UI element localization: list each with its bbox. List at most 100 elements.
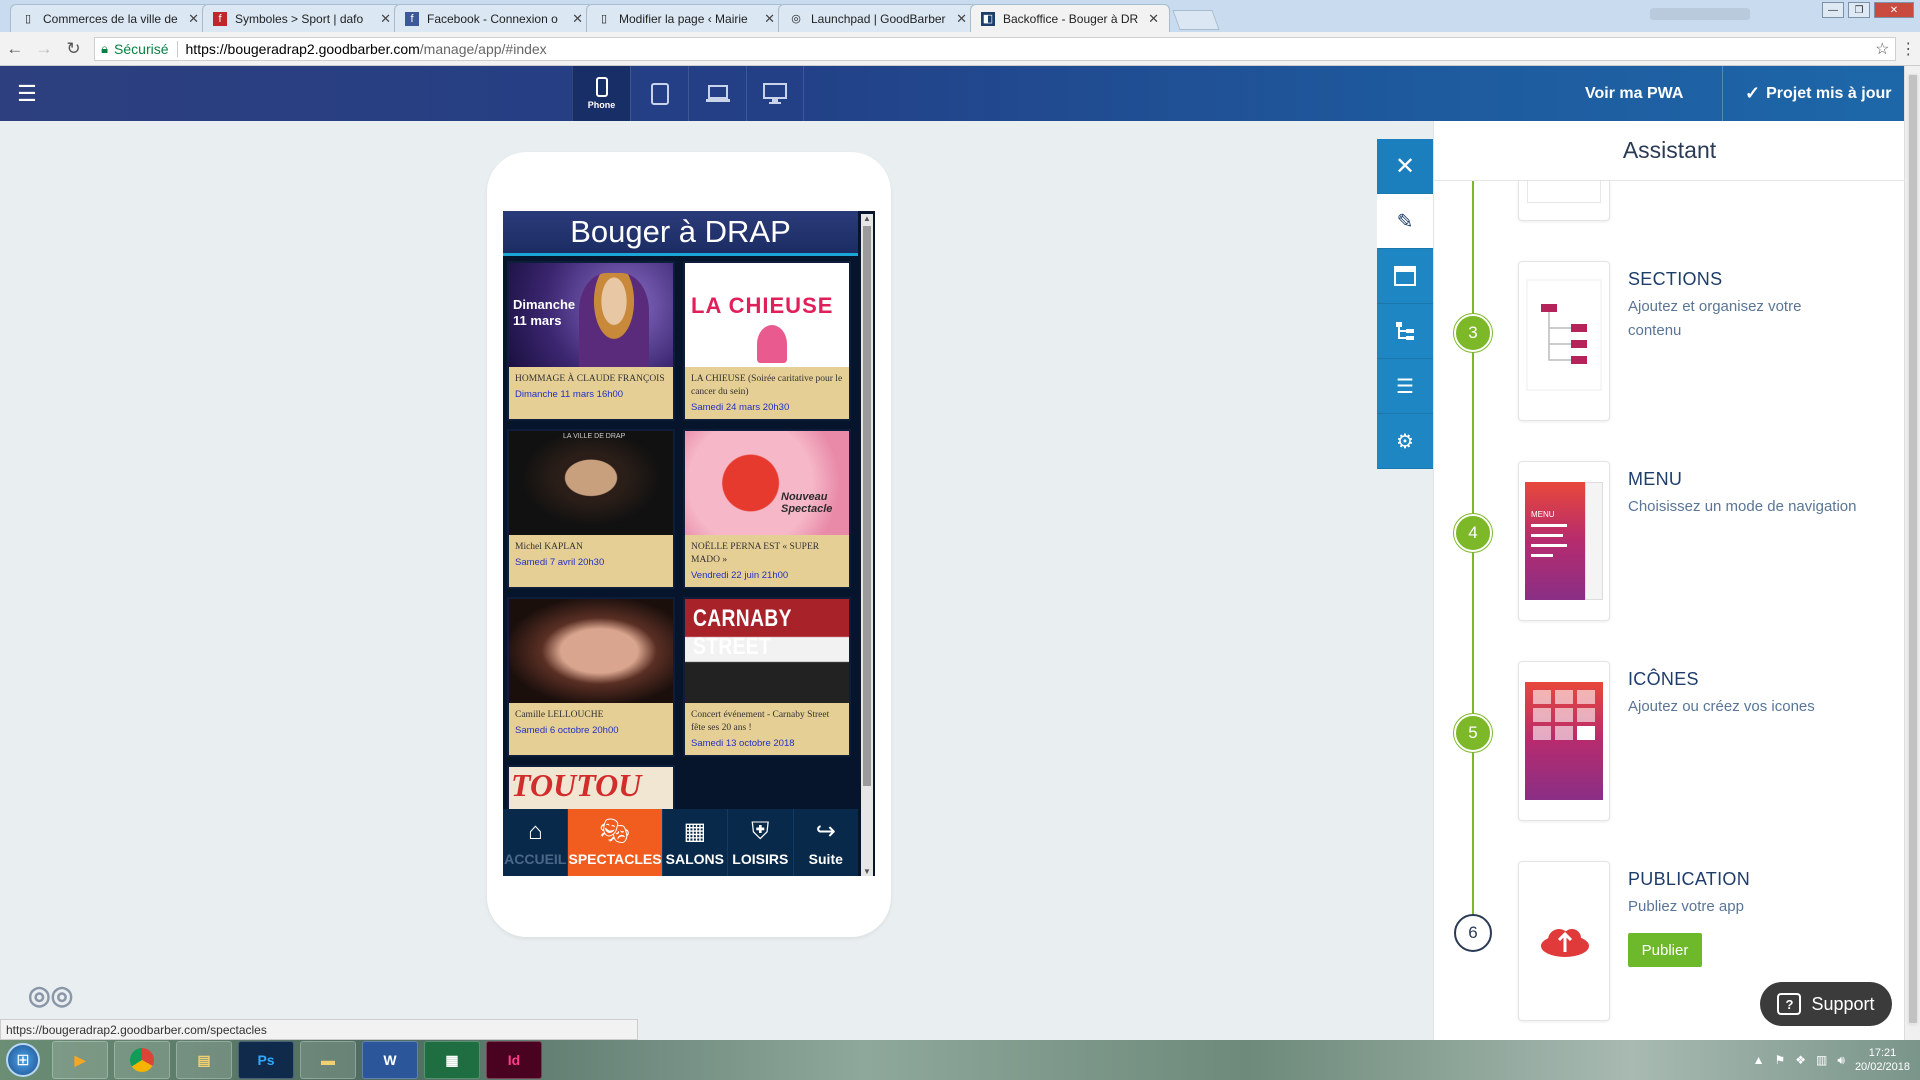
step-number: 3 <box>1454 314 1492 352</box>
goodbarber-logo-icon: ◎◎ <box>28 980 74 1010</box>
project-updated-button[interactable]: ✓ Projet mis à jour <box>1745 66 1891 121</box>
dropbox-icon[interactable]: ❖ <box>1795 1053 1806 1067</box>
icons-thumbnail <box>1518 661 1610 821</box>
help-chat-icon: ? <box>1777 993 1802 1015</box>
url-input[interactable]: 🔒︎ Sécurisé https://bougeradrap2.goodbar… <box>94 36 1897 61</box>
event-image: LA CHIEUSE <box>685 263 849 367</box>
backoffice-icon: ◧ <box>981 11 995 26</box>
flag-icon[interactable]: ⚑ <box>1775 1053 1786 1067</box>
back-arrow-icon[interactable]: ← <box>0 39 29 59</box>
maximize-icon[interactable]: ❐ <box>1848 2 1870 18</box>
windows-logo-icon: ⊞ <box>6 1043 40 1077</box>
close-tab-icon[interactable]: ✕ <box>1148 11 1159 27</box>
app-tab-bar: ⌂ ACCUEIL 🎭︎ SPECTACLES ▦ SALONS ⛨ LOISI… <box>503 809 858 876</box>
magic-wand-icon: ✎ <box>1396 210 1414 233</box>
event-card[interactable]: LA CHIEUSE LA CHIEUSE (Soirée caritative… <box>683 261 851 421</box>
device-phone-button[interactable]: Phone <box>572 66 630 121</box>
tab-salons[interactable]: ▦ SALONS <box>663 809 729 876</box>
design-button[interactable] <box>1377 249 1433 304</box>
event-card[interactable]: Camille LELLOUCHE Samedi 6 octobre 20h00 <box>507 597 675 757</box>
page-scrollbar[interactable] <box>1904 66 1920 1040</box>
theater-icon: 🎭︎ <box>599 817 631 845</box>
close-tab-icon[interactable]: ✕ <box>572 11 583 27</box>
tablet-icon <box>650 82 669 105</box>
support-button[interactable]: ? Support <box>1760 982 1892 1026</box>
event-image: Dimanche 11 mars <box>509 263 673 367</box>
phone-icon <box>595 77 608 97</box>
event-image: Nouveau Spectacle <box>685 431 849 535</box>
file-explorer-icon[interactable]: ▤ <box>176 1041 232 1079</box>
close-assistant-button[interactable]: ✕ <box>1377 139 1433 194</box>
event-card-partial[interactable]: TOUTOU <box>507 765 675 813</box>
event-card[interactable]: Nouveau Spectacle NOËLLE PERNA EST « SUP… <box>683 429 851 589</box>
gear-icon: ⚙ <box>1396 430 1414 453</box>
media-player-icon[interactable]: ▶ <box>52 1041 108 1079</box>
step-thumbnail <box>1518 181 1610 221</box>
close-window-icon[interactable]: ✕ <box>1874 2 1914 18</box>
menu-thumbnail: MENU <box>1518 461 1610 621</box>
windows-taskbar: ⊞ ▶ ▤ Ps ▬ W ▦ Id ▲ ⚑ ❖ ▥ 🔊︎ 17:21 20/02… <box>0 1040 1920 1080</box>
show-hidden-icon[interactable]: ▲ <box>1753 1053 1765 1067</box>
network-icon[interactable]: ▥ <box>1816 1053 1827 1067</box>
browser-menu-icon[interactable]: ⋮ <box>1896 39 1920 59</box>
tab-loisirs[interactable]: ⛨ LOISIRS <box>728 809 794 876</box>
structure-button[interactable] <box>1377 304 1433 359</box>
browser-tab[interactable]: f Facebook - Connexion o ✕ <box>394 4 594 32</box>
publier-button[interactable]: Publier <box>1628 933 1702 967</box>
settings-button[interactable]: ⚙ <box>1377 414 1433 469</box>
close-tab-icon[interactable]: ✕ <box>188 11 199 27</box>
app-header: ☰ Phone Voir ma PWA ✓ Projet mis à jour <box>0 66 1904 121</box>
lock-icon: 🔒︎ <box>101 40 109 56</box>
desktop-icon <box>763 82 787 104</box>
volume-icon[interactable]: 🔊︎ <box>1837 1053 1845 1068</box>
tab-suite[interactable]: ↪ Suite <box>794 809 858 876</box>
assistant-wand-button[interactable]: ✎ <box>1377 194 1433 249</box>
event-card[interactable]: CARNABY STREET Concert événement - Carna… <box>683 597 851 757</box>
hamburger-menu-icon[interactable]: ☰ <box>0 81 54 107</box>
scroll-up-icon[interactable]: ▲ <box>863 214 871 223</box>
new-tab-button[interactable] <box>1172 10 1220 30</box>
scroll-down-icon[interactable]: ▼ <box>863 867 871 876</box>
tab-accueil[interactable]: ⌂ ACCUEIL <box>503 809 569 876</box>
layout-icon <box>1394 266 1416 286</box>
sections-tree-icon <box>1526 279 1602 391</box>
status-url: https://bougeradrap2.goodbarber.com/spec… <box>0 1019 638 1040</box>
event-card[interactable]: LA VILLE DE DRAP Michel KAPLAN Samedi 7 … <box>507 429 675 589</box>
device-desktop-button[interactable] <box>746 66 804 121</box>
chrome-icon[interactable] <box>114 1041 170 1079</box>
content-button[interactable]: ☰ <box>1377 359 1433 414</box>
forward-arrow-icon[interactable]: → <box>29 39 58 59</box>
share-arrow-icon: ↪ <box>815 817 836 845</box>
event-card[interactable]: Dimanche 11 mars HOMMAGE À CLAUDE FRANÇO… <box>507 261 675 421</box>
bookmark-star-icon[interactable]: ☆ <box>1875 39 1889 59</box>
close-tab-icon[interactable]: ✕ <box>764 11 775 27</box>
device-tablet-button[interactable] <box>630 66 688 121</box>
browser-tab-active[interactable]: ◧ Backoffice - Bouger à DR ✕ <box>970 4 1170 32</box>
page-icon: ▯ <box>600 13 608 25</box>
browser-tab[interactable]: ▯ Modifier la page ‹ Mairie ✕ <box>586 4 786 32</box>
photoshop-icon[interactable]: Ps <box>238 1041 294 1079</box>
step-number: 5 <box>1454 714 1492 752</box>
indesign-icon[interactable]: Id <box>486 1041 542 1079</box>
profile-button[interactable] <box>1650 8 1750 20</box>
folder-icon[interactable]: ▬ <box>300 1041 356 1079</box>
reload-icon[interactable]: ↻ <box>59 39 88 59</box>
clock[interactable]: 17:21 20/02/2018 <box>1855 1046 1910 1074</box>
close-tab-icon[interactable]: ✕ <box>956 11 967 27</box>
browser-tab[interactable]: ▯ Commerces de la ville de ✕ <box>10 4 210 32</box>
close-tab-icon[interactable]: ✕ <box>380 11 391 27</box>
phone-screen: Bouger à DRAP Dimanche 11 mars HOMMAGE À… <box>503 211 875 876</box>
assistant-title: Assistant <box>1434 121 1905 181</box>
excel-icon[interactable]: ▦ <box>424 1041 480 1079</box>
event-image: LA VILLE DE DRAP <box>509 431 673 535</box>
minimize-icon[interactable]: — <box>1822 2 1844 18</box>
address-bar: ← → ↻ 🔒︎ Sécurisé https://bougeradrap2.g… <box>0 32 1920 66</box>
start-button[interactable]: ⊞ <box>0 1040 46 1080</box>
preview-scrollbar[interactable]: ▲ ▼ <box>861 214 873 876</box>
browser-tab[interactable]: f Symboles > Sport | dafo ✕ <box>202 4 402 32</box>
tab-spectacles[interactable]: 🎭︎ SPECTACLES <box>568 809 663 876</box>
device-laptop-button[interactable] <box>688 66 746 121</box>
voir-pwa-button[interactable]: Voir ma PWA <box>1585 66 1683 121</box>
word-icon[interactable]: W <box>362 1041 418 1079</box>
browser-tab[interactable]: ◎ Launchpad | GoodBarber ✕ <box>778 4 978 32</box>
